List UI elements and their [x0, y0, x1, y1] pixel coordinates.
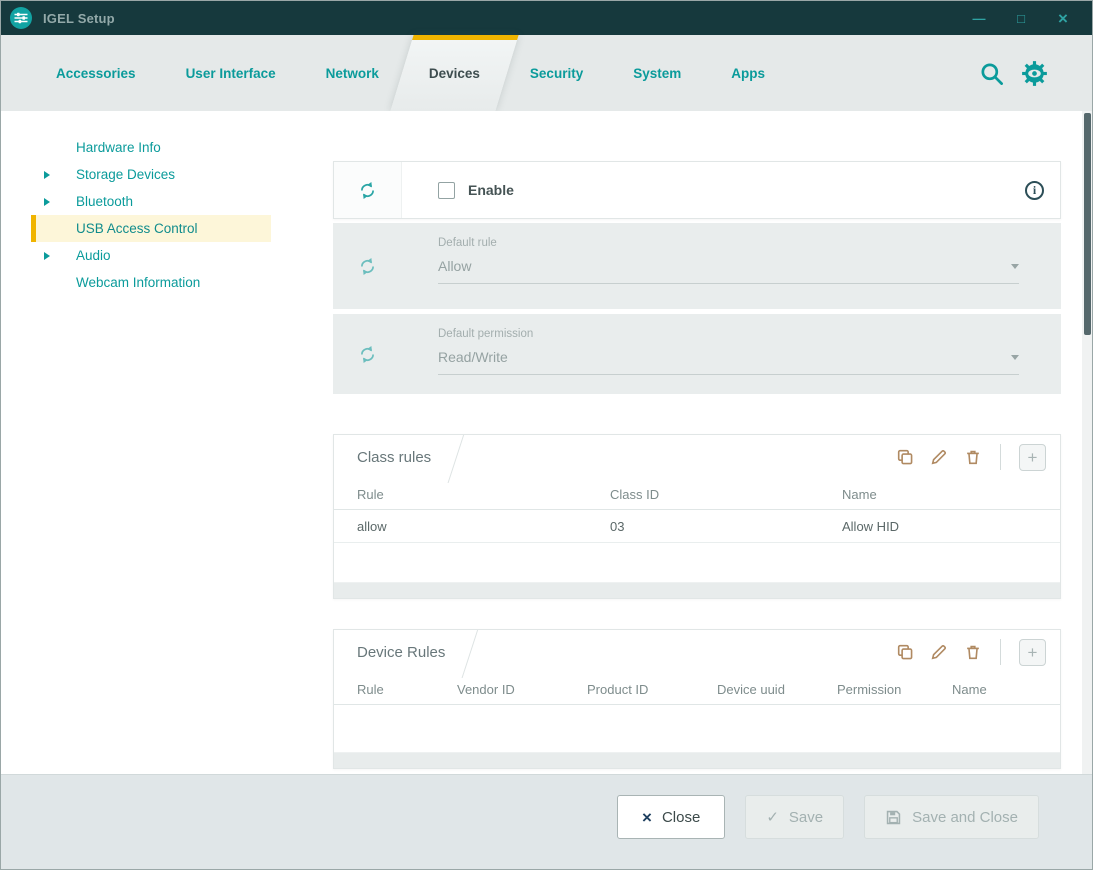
class-rule-row[interactable]: allow 03 Allow HID [334, 510, 1060, 543]
reset-icon[interactable] [333, 314, 401, 394]
sidebar-item-webcam-information[interactable]: Webcam Information [31, 269, 271, 296]
tab-user-interface[interactable]: User Interface [161, 35, 301, 111]
dropdown-arrow-icon [1011, 355, 1019, 360]
tab-system[interactable]: System [608, 35, 706, 111]
horizontal-scroll-strip[interactable] [334, 752, 1060, 768]
save-and-close-button[interactable]: Save and Close [864, 795, 1039, 839]
igel-setup-window: IGEL Setup — □ × Accessories User Interf… [0, 0, 1093, 870]
copy-icon[interactable] [896, 448, 914, 466]
tab-devices[interactable]: Devices [404, 35, 505, 111]
close-button[interactable]: × Close [617, 795, 725, 839]
default-rule-block: Default rule Allow [333, 223, 1061, 309]
class-rules-table-header: Rule Class ID Name [334, 479, 1060, 510]
sidebar-item-storage-devices[interactable]: Storage Devices [31, 161, 271, 188]
expand-arrow-icon[interactable] [44, 171, 50, 179]
reset-icon[interactable] [334, 162, 402, 218]
sidebar: Hardware Info Storage Devices Bluetooth … [1, 111, 271, 774]
default-permission-block: Default permission Read/Write [333, 314, 1061, 394]
enable-checkbox[interactable] [438, 182, 455, 199]
horizontal-scroll-strip[interactable] [334, 582, 1060, 598]
device-rules-title: Device Rules [357, 630, 485, 674]
plus-icon: + [1028, 449, 1038, 466]
delete-icon[interactable] [964, 643, 982, 661]
reset-icon[interactable] [333, 223, 401, 309]
vertical-scrollbar[interactable] [1082, 111, 1092, 774]
expand-arrow-icon[interactable] [44, 198, 50, 206]
default-permission-select[interactable]: Default permission Read/Write [401, 314, 1061, 394]
add-class-rule-button[interactable]: + [1019, 444, 1046, 471]
info-icon[interactable] [1025, 181, 1044, 200]
default-rule-select[interactable]: Default rule Allow [401, 223, 1061, 309]
gear-eye-icon[interactable] [1021, 60, 1048, 87]
device-rules-table-header: Rule Vendor ID Product ID Device uuid Pe… [334, 674, 1060, 705]
igel-logo-icon [9, 6, 33, 30]
class-rules-actions: + [896, 444, 1046, 471]
add-device-rule-button[interactable]: + [1019, 639, 1046, 666]
minimize-icon[interactable]: — [970, 12, 988, 25]
copy-icon[interactable] [896, 643, 914, 661]
sidebar-item-audio[interactable]: Audio [31, 242, 271, 269]
tab-apps[interactable]: Apps [706, 35, 790, 111]
divider [1000, 444, 1001, 470]
tab-accessories[interactable]: Accessories [31, 35, 161, 111]
footer-bar: × Close ✓ Save Save and Close [1, 774, 1092, 869]
device-rules-actions: + [896, 639, 1046, 666]
edit-icon[interactable] [930, 448, 948, 466]
sidebar-item-hardware-info[interactable]: Hardware Info [31, 134, 271, 161]
title-bar: IGEL Setup — □ × [1, 1, 1092, 35]
default-permission-value: Read/Write [438, 349, 508, 365]
device-rules-card: Device Rules [333, 629, 1061, 769]
save-button[interactable]: ✓ Save [745, 795, 844, 839]
window-title: IGEL Setup [43, 11, 115, 26]
floppy-icon [885, 809, 902, 826]
tab-network[interactable]: Network [301, 35, 404, 111]
enable-card: Enable [333, 161, 1061, 219]
search-icon[interactable] [978, 60, 1005, 87]
delete-icon[interactable] [964, 448, 982, 466]
tabs: Accessories User Interface Network Devic… [31, 35, 790, 111]
sidebar-item-bluetooth[interactable]: Bluetooth [31, 188, 271, 215]
default-permission-label: Default permission [438, 328, 1019, 340]
main-tab-bar: Accessories User Interface Network Devic… [1, 35, 1092, 111]
check-icon: ✓ [766, 810, 779, 825]
maximize-icon[interactable]: □ [1012, 12, 1030, 25]
edit-icon[interactable] [930, 643, 948, 661]
class-rules-card: Class rules [333, 434, 1061, 599]
enable-label: Enable [468, 182, 514, 198]
sidebar-item-usb-access-control[interactable]: USB Access Control [31, 215, 271, 242]
dropdown-arrow-icon [1011, 264, 1019, 269]
scrollbar-thumb[interactable] [1084, 113, 1091, 335]
device-rules-header: Device Rules [334, 630, 1060, 674]
window-controls: — □ × [970, 10, 1080, 27]
divider [1000, 639, 1001, 665]
default-rule-value: Allow [438, 258, 471, 274]
class-rules-header: Class rules [334, 435, 1060, 479]
body: Hardware Info Storage Devices Bluetooth … [1, 111, 1092, 774]
class-rules-title: Class rules [357, 435, 471, 479]
tab-security[interactable]: Security [505, 35, 608, 111]
plus-icon: + [1028, 644, 1038, 661]
default-rule-label: Default rule [438, 237, 1019, 249]
expand-arrow-icon[interactable] [44, 252, 50, 260]
usb-access-control-panel: Enable Default rule [271, 111, 1092, 774]
tab-actions [978, 35, 1092, 111]
close-x-icon: × [642, 809, 652, 826]
close-icon[interactable]: × [1054, 10, 1072, 27]
